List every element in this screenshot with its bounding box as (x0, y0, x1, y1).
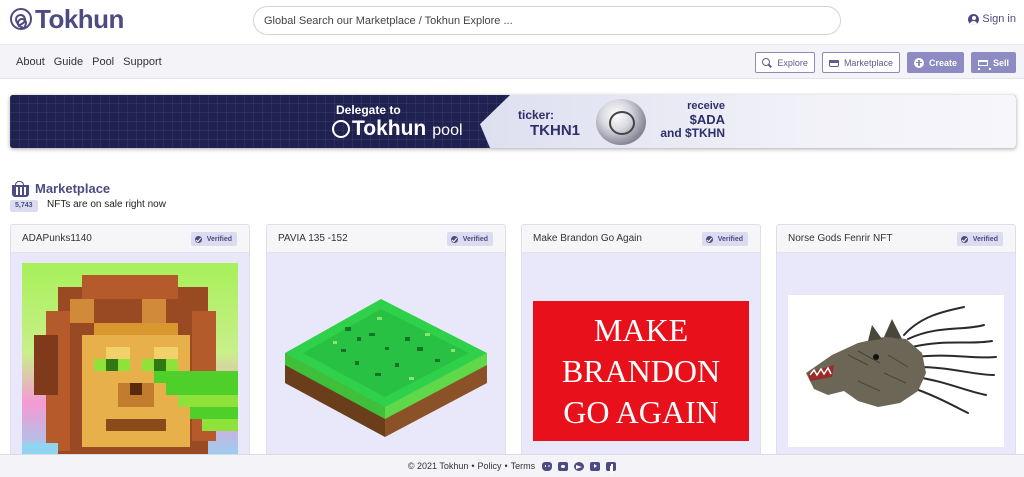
marketplace-button[interactable]: Marketplace (821, 52, 900, 73)
verified-label: Verified (206, 235, 232, 243)
nft-image-red-sign: MAKE BRANDON GO AGAIN (533, 301, 749, 441)
card-title: PAVIA 135 -152 (278, 233, 348, 244)
pool-delegation-banner[interactable]: Delegate to Tokhun pool ticker: TKHN1 re… (10, 95, 1016, 148)
reward-ada: $ADA (689, 112, 725, 127)
search-input[interactable] (254, 7, 840, 34)
create-button[interactable]: Create (906, 52, 964, 73)
top-bar: Tokhun Sign in (0, 0, 1024, 44)
verified-badge: Verified (956, 232, 1003, 246)
telegram-icon[interactable] (574, 461, 585, 471)
copyright-text: © 2021 Tokhun (407, 461, 469, 471)
sell-button[interactable]: Sell (970, 52, 1016, 73)
separator: • (504, 461, 508, 471)
verified-badge: Verified (446, 232, 493, 246)
verified-label: Verified (972, 235, 998, 243)
nav-link-about[interactable]: About (16, 56, 45, 68)
nft-count-badge: 5,743 (10, 200, 38, 212)
nft-card[interactable]: Make Brandon Go Again Verified MAKE BRAN… (521, 224, 761, 477)
section-title: Marketplace (35, 181, 111, 196)
sell-label: Sell (992, 57, 1009, 68)
nft-card[interactable]: Norse Gods Fenrir NFT Verified (776, 224, 1016, 477)
nft-image-land-tile (285, 299, 487, 437)
youtube-icon[interactable] (590, 461, 601, 471)
verified-label: Verified (462, 235, 488, 243)
banner-pool-word: pool (432, 122, 463, 139)
nav-buttons: Explore Marketplace Create Sell (755, 52, 1016, 73)
nav-bar: About Guide Pool Support Explore Marketp… (0, 44, 1024, 79)
banner-delegate-text: Delegate to (336, 103, 401, 117)
tokhun-logo-icon (10, 8, 32, 30)
ticker-value: TKHN1 (530, 122, 581, 139)
card-header: ADAPunks1140 Verified (11, 225, 249, 253)
sign-in-link[interactable]: Sign in (968, 13, 1016, 25)
basket-icon (828, 60, 839, 67)
verified-label: Verified (717, 235, 743, 243)
terms-link[interactable]: Terms (511, 461, 536, 471)
create-label: Create (928, 57, 957, 68)
policy-link[interactable]: Policy (478, 461, 502, 471)
global-search (253, 6, 841, 35)
verified-badge: Verified (190, 232, 237, 246)
nav-link-support[interactable]: Support (123, 56, 162, 68)
plus-circle-icon (913, 57, 924, 68)
nft-card[interactable]: PAVIA 135 -152 Verified (266, 224, 506, 477)
nft-card[interactable]: ADAPunks1140 Verified (10, 224, 250, 477)
basket-icon (12, 181, 29, 197)
coin-image (596, 99, 646, 145)
nav-links: About Guide Pool Support (16, 56, 162, 68)
ticker-label: ticker: (518, 108, 555, 122)
marketplace-label: Marketplace (843, 57, 893, 68)
card-header: PAVIA 135 -152 Verified (267, 225, 505, 253)
explore-label: Explore (777, 57, 808, 68)
footer: © 2021 Tokhun • Policy • Terms (0, 454, 1024, 477)
check-circle-icon (194, 235, 202, 243)
nav-link-guide[interactable]: Guide (54, 56, 83, 68)
nft-image-pixel-lion (22, 263, 238, 463)
nft-count-text: NFTs are on sale right now (47, 199, 166, 210)
twitter-icon[interactable] (558, 461, 569, 471)
sign-line-2: BRANDON (561, 352, 721, 389)
check-circle-icon (705, 235, 713, 243)
facebook-icon[interactable] (606, 461, 617, 471)
card-title: ADAPunks1140 (22, 233, 92, 244)
brand-name: Tokhun (35, 3, 124, 34)
explore-button[interactable]: Explore (755, 52, 815, 73)
sign-in-label: Sign in (982, 13, 1016, 25)
card-title: Norse Gods Fenrir NFT (788, 233, 893, 244)
separator: • (471, 461, 475, 471)
card-header: Norse Gods Fenrir NFT Verified (777, 225, 1015, 253)
card-title: Make Brandon Go Again (533, 233, 642, 244)
receive-label: receive (687, 100, 725, 112)
sign-line-3: GO AGAIN (563, 393, 719, 430)
discord-icon[interactable] (542, 461, 553, 471)
nav-link-pool[interactable]: Pool (92, 56, 114, 68)
banner-brand: Tokhun (352, 117, 427, 140)
card-header: Make Brandon Go Again Verified (522, 225, 760, 253)
search-icon (762, 57, 772, 68)
user-icon (968, 13, 980, 25)
reward-tkhn: and $TKHN (660, 126, 725, 140)
check-circle-icon (450, 235, 458, 243)
cart-icon (977, 59, 991, 70)
verified-badge: Verified (701, 232, 748, 246)
nft-image-wolf (788, 295, 1004, 447)
sign-line-1: MAKE (593, 311, 689, 348)
brand-logo[interactable]: Tokhun (10, 4, 124, 34)
check-circle-icon (960, 235, 968, 243)
banner-logo: Tokhun pool (332, 117, 463, 141)
tokhun-logo-icon (332, 120, 350, 138)
